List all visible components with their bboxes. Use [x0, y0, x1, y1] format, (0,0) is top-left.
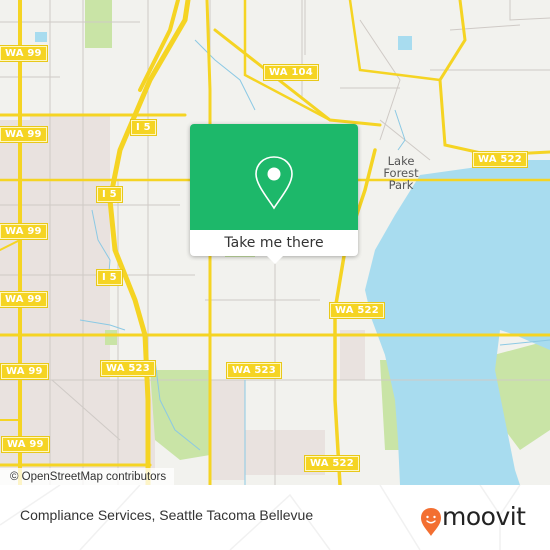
highway-shield-wa99: WA 99 — [0, 223, 48, 240]
highway-shield-wa523: WA 523 — [226, 362, 282, 379]
moovit-logo-icon — [421, 508, 441, 536]
highway-shield-wa523: WA 523 — [100, 360, 156, 377]
popup-pointer — [266, 255, 284, 264]
destination-popup: Take me there — [190, 124, 358, 264]
take-me-there-button[interactable]: Take me there — [190, 230, 358, 256]
place-label-lake-forest-park: Lake Forest Park — [383, 154, 419, 192]
highway-shield-wa99: WA 99 — [0, 291, 48, 308]
highway-shield-wa99: WA 99 — [1, 436, 50, 453]
highway-shield-wa104: WA 104 — [263, 64, 319, 81]
popup-header — [190, 124, 358, 230]
highway-shield-wa522: WA 522 — [472, 151, 528, 168]
location-pin-icon — [255, 156, 293, 210]
highway-shield-wa99: WA 99 — [0, 363, 49, 380]
map-attribution[interactable]: © OpenStreetMap contributors — [0, 468, 175, 485]
highway-shield-wa99: WA 99 — [0, 45, 48, 62]
highway-shield-i5: I 5 — [96, 186, 123, 203]
location-title: Compliance Services, Seattle Tacoma Bell… — [20, 507, 314, 523]
moovit-brand-name: moovit — [442, 502, 526, 531]
highway-shield-i5: I 5 — [96, 269, 123, 286]
highway-shield-wa522: WA 522 — [329, 302, 385, 319]
pond — [398, 36, 412, 50]
highway-shield-wa522: WA 522 — [304, 455, 360, 472]
highway-shield-wa99: WA 99 — [0, 126, 48, 143]
pond — [35, 32, 47, 42]
highway-shield-i5: I 5 — [130, 119, 157, 136]
